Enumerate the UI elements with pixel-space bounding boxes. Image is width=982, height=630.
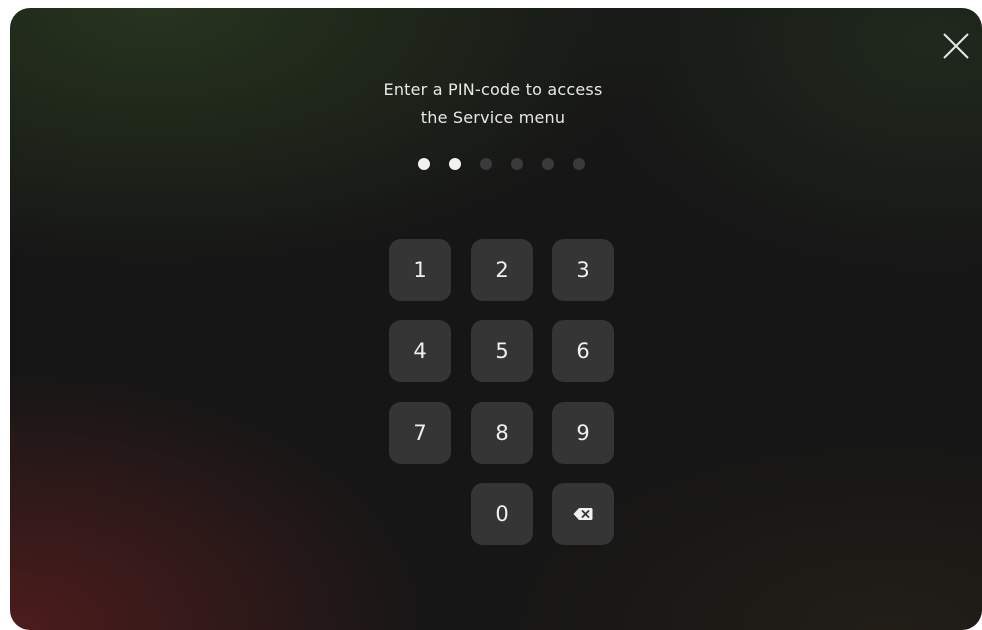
key-5[interactable]: 5	[471, 320, 533, 382]
key-1[interactable]: 1	[389, 239, 451, 301]
key-4[interactable]: 4	[389, 320, 451, 382]
keypad: 1 2 3 4 5 6 7 8 9 0	[389, 239, 615, 546]
pin-dot-6	[573, 158, 585, 170]
key-9[interactable]: 9	[552, 402, 614, 464]
key-3[interactable]: 3	[552, 239, 614, 301]
backspace-button[interactable]	[552, 483, 614, 545]
pin-indicator	[414, 158, 594, 170]
key-2[interactable]: 2	[471, 239, 533, 301]
key-0[interactable]: 0	[471, 483, 533, 545]
close-icon	[943, 33, 969, 59]
pin-prompt-line-2: the Service menu	[420, 108, 566, 127]
pin-dot-5	[542, 158, 554, 170]
key-6[interactable]: 6	[552, 320, 614, 382]
key-8[interactable]: 8	[471, 402, 533, 464]
pin-prompt: Enter a PIN-code to access the Service m…	[10, 76, 982, 132]
pin-dot-2	[449, 158, 461, 170]
pin-dot-4	[511, 158, 523, 170]
pin-dot-1	[418, 158, 430, 170]
pin-dot-3	[480, 158, 492, 170]
pin-entry-screen: Enter a PIN-code to access the Service m…	[10, 8, 982, 630]
backspace-icon	[573, 508, 593, 520]
key-7[interactable]: 7	[389, 402, 451, 464]
close-button[interactable]	[938, 28, 974, 64]
pin-prompt-line-1: Enter a PIN-code to access	[383, 80, 603, 99]
